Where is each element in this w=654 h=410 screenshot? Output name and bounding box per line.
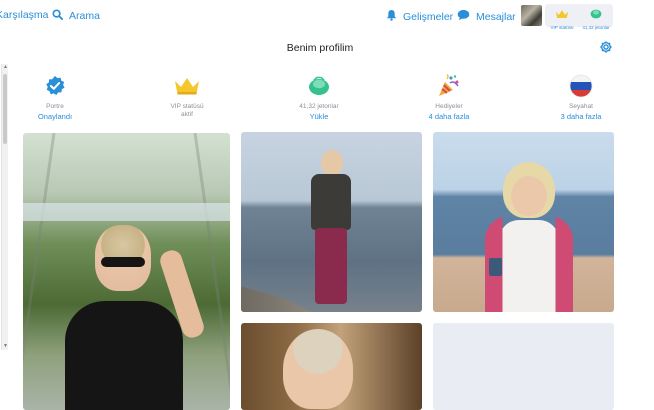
vip-status-mini[interactable]: VIP statüsü [545, 6, 579, 30]
coins-mini-label: 41,32 jetonlar [582, 25, 610, 30]
stat-vip[interactable]: VIP statüsü aktif [142, 76, 232, 119]
bridge-rail-right [193, 133, 230, 410]
coins-mini[interactable]: 41,32 jetonlar [579, 6, 613, 30]
profile-photo-main[interactable] [23, 133, 230, 410]
photo-person-body [65, 301, 183, 410]
profile-photo-4[interactable] [241, 323, 422, 410]
search-icon [52, 9, 63, 23]
stat-travel-sub: Seyahat [569, 103, 593, 110]
stat-travel-action[interactable]: 3 daha fazla [536, 112, 626, 121]
chat-bubble-icon [457, 9, 470, 24]
stat-portrait-sub: Portre [46, 103, 64, 110]
photo-person-face [511, 176, 547, 216]
scroll-down-arrow-icon[interactable]: ▼ [2, 343, 9, 350]
photo-person-head [283, 329, 353, 409]
photo-person-sunglasses [101, 257, 145, 267]
stat-coins-action[interactable]: Yükle [274, 112, 364, 121]
nav-meetings-label: Karşılaşma [0, 9, 49, 21]
nav-search-link[interactable]: Arama [52, 9, 100, 23]
photo-coffee-cup [489, 258, 502, 276]
stat-portrait[interactable]: Portre Onaylandı [10, 75, 100, 121]
verified-check-icon [44, 75, 66, 102]
vertical-scrollbar[interactable]: ▲ ▼ [1, 64, 8, 350]
coins-icon [590, 6, 602, 23]
nav-news-label: Gelişmeler [403, 10, 454, 23]
coins-icon [308, 76, 330, 101]
photo-person-head [321, 150, 343, 176]
nav-news-link[interactable]: Gelişmeler [386, 9, 453, 24]
stat-coins-sub: 41,32 jetonlar [299, 103, 339, 110]
party-popper-icon [436, 73, 462, 103]
crown-icon [174, 76, 200, 101]
stat-travel[interactable]: Seyahat 3 daha fazla [536, 74, 626, 121]
user-avatar[interactable] [521, 5, 542, 26]
vip-mini-label: VIP statüsü [550, 25, 574, 30]
bridge-deck [23, 203, 230, 221]
stat-gifts-action[interactable]: 4 daha fazla [404, 112, 494, 121]
photo-person-top [311, 174, 351, 230]
scroll-up-arrow-icon[interactable]: ▲ [2, 64, 9, 71]
profile-photo-3[interactable] [433, 132, 614, 312]
bridge-rail-left [23, 133, 56, 410]
scrollbar-thumb[interactable] [3, 74, 7, 144]
top-navigation: Karşılaşma Arama Gelişmeler Mesajlar VIP… [0, 0, 654, 32]
nav-meetings-link[interactable]: Karşılaşma [0, 9, 49, 21]
add-photo-placeholder[interactable] [433, 323, 614, 410]
page-title: Benim profilim [286, 42, 354, 54]
gear-icon[interactable] [599, 40, 613, 54]
bell-icon [386, 9, 397, 24]
nav-search-label: Arama [69, 10, 100, 22]
photo-rocks [241, 286, 311, 312]
stat-portrait-action[interactable]: Onaylandı [10, 112, 100, 121]
stat-gifts[interactable]: Hediyeler 4 daha fazla [404, 73, 494, 121]
nav-messages-link[interactable]: Mesajlar [457, 9, 516, 24]
stat-vip-sub-text: VIP statüsü aktif [170, 103, 204, 118]
photo-person-pants [315, 228, 347, 304]
status-box[interactable]: VIP statüsü 41,32 jetonlar [545, 4, 613, 30]
profile-photo-2[interactable] [241, 132, 422, 312]
stat-gifts-sub: Hediyeler [435, 103, 463, 110]
crown-icon [555, 6, 569, 23]
nav-messages-label: Mesajlar [476, 10, 516, 23]
russia-flag-icon [569, 74, 593, 103]
stat-coins[interactable]: 41,32 jetonlar Yükle [274, 76, 364, 121]
stat-vip-sub: VIP statüsü aktif [142, 103, 232, 119]
